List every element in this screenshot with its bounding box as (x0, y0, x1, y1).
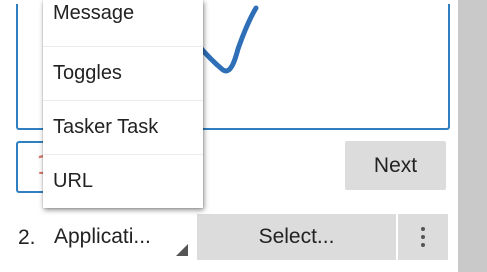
menu-item-label: Tasker Task (53, 116, 159, 138)
menu-item-label: URL (53, 170, 94, 192)
action-type-dropdown[interactable]: Applicati... (48, 214, 188, 260)
overflow-menu-button[interactable] (398, 214, 448, 260)
popup-menu: Message Toggles Tasker Task URL (43, 0, 203, 208)
row-number: 2. (18, 226, 36, 249)
menu-item-message[interactable]: Message (43, 0, 203, 36)
select-button[interactable]: Select... (197, 214, 396, 260)
screen: 1 Next 2. Applicati... Select... Message… (0, 0, 487, 272)
dropdown-triangle-icon (176, 244, 188, 256)
next-button[interactable]: Next (345, 141, 446, 190)
menu-item-url[interactable]: URL (43, 154, 203, 208)
menu-item-toggles[interactable]: Toggles (43, 46, 203, 100)
menu-item-label: Message (53, 1, 135, 24)
side-scrollbar[interactable] (458, 0, 487, 272)
menu-item-tasker-task[interactable]: Tasker Task (43, 100, 203, 154)
menu-item-label: Toggles (53, 62, 122, 84)
action-type-label: Applicati... (54, 225, 151, 248)
more-vertical-icon (421, 227, 425, 247)
